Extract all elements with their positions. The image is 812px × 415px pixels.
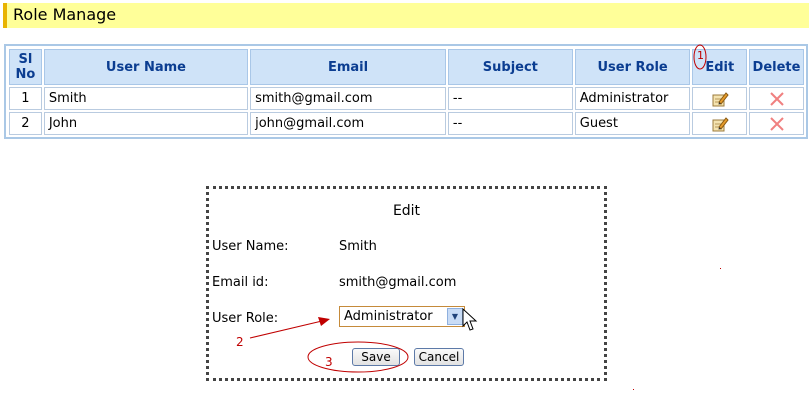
row-delete-cell (749, 87, 804, 110)
col-header-user-name: User Name (43, 49, 249, 85)
edit-icon[interactable] (711, 116, 729, 132)
row-edit-cell (692, 87, 748, 110)
user-role-label: User Role: (212, 311, 279, 326)
row-user-role: Administrator (574, 87, 691, 110)
annotation-step-3: 3 (325, 355, 333, 369)
col-header-user-role: User Role (574, 49, 691, 85)
annotation-step-1: 1 (697, 49, 704, 62)
stray-dot (720, 268, 721, 269)
email-value: smith@gmail.com (339, 275, 457, 290)
dialog-title: Edit (392, 203, 421, 219)
edit-icon[interactable] (711, 91, 729, 107)
row-subject: -- (447, 112, 573, 135)
user-role-select[interactable]: Administrator ▼ (339, 306, 465, 327)
col-header-email: Email (250, 49, 446, 85)
user-name-value: Smith (339, 239, 377, 254)
stray-dot (633, 389, 634, 390)
role-table: Sl No User Name Email Subject User Role … (7, 47, 806, 137)
row-email: smith@gmail.com (250, 87, 446, 110)
col-header-delete: Delete (749, 49, 804, 85)
role-table-container: Sl No User Name Email Subject User Role … (4, 44, 808, 139)
row-subject: -- (447, 87, 573, 110)
row-delete-cell (749, 112, 804, 135)
row-edit-cell (692, 112, 748, 135)
user-name-label: User Name: (212, 239, 289, 254)
save-button[interactable]: Save (352, 348, 400, 366)
email-label: Email id: (212, 275, 269, 290)
page-title: Role Manage (13, 5, 117, 24)
delete-icon[interactable] (769, 116, 785, 132)
row-sl-no: 1 (9, 87, 42, 110)
delete-icon[interactable] (769, 91, 785, 107)
edit-dialog: Edit User Name: Smith Email id: smith@gm… (206, 186, 607, 381)
row-email: john@gmail.com (250, 112, 446, 135)
annotation-step-2: 2 (236, 335, 244, 349)
cancel-button[interactable]: Cancel (414, 348, 464, 366)
row-user-name: John (43, 112, 249, 135)
col-header-subject: Subject (447, 49, 573, 85)
table-row: 1 Smith smith@gmail.com -- Administrator (9, 87, 804, 110)
row-user-role: Guest (574, 112, 691, 135)
table-row: 2 John john@gmail.com -- Guest (9, 112, 804, 135)
row-user-name: Smith (43, 87, 249, 110)
table-header-row: Sl No User Name Email Subject User Role … (9, 49, 804, 85)
chevron-down-icon[interactable]: ▼ (447, 308, 463, 325)
col-header-sl-no: Sl No (9, 49, 42, 85)
user-role-selected: Administrator (344, 309, 433, 324)
page-title-bar: Role Manage (3, 3, 809, 28)
row-sl-no: 2 (9, 112, 42, 135)
